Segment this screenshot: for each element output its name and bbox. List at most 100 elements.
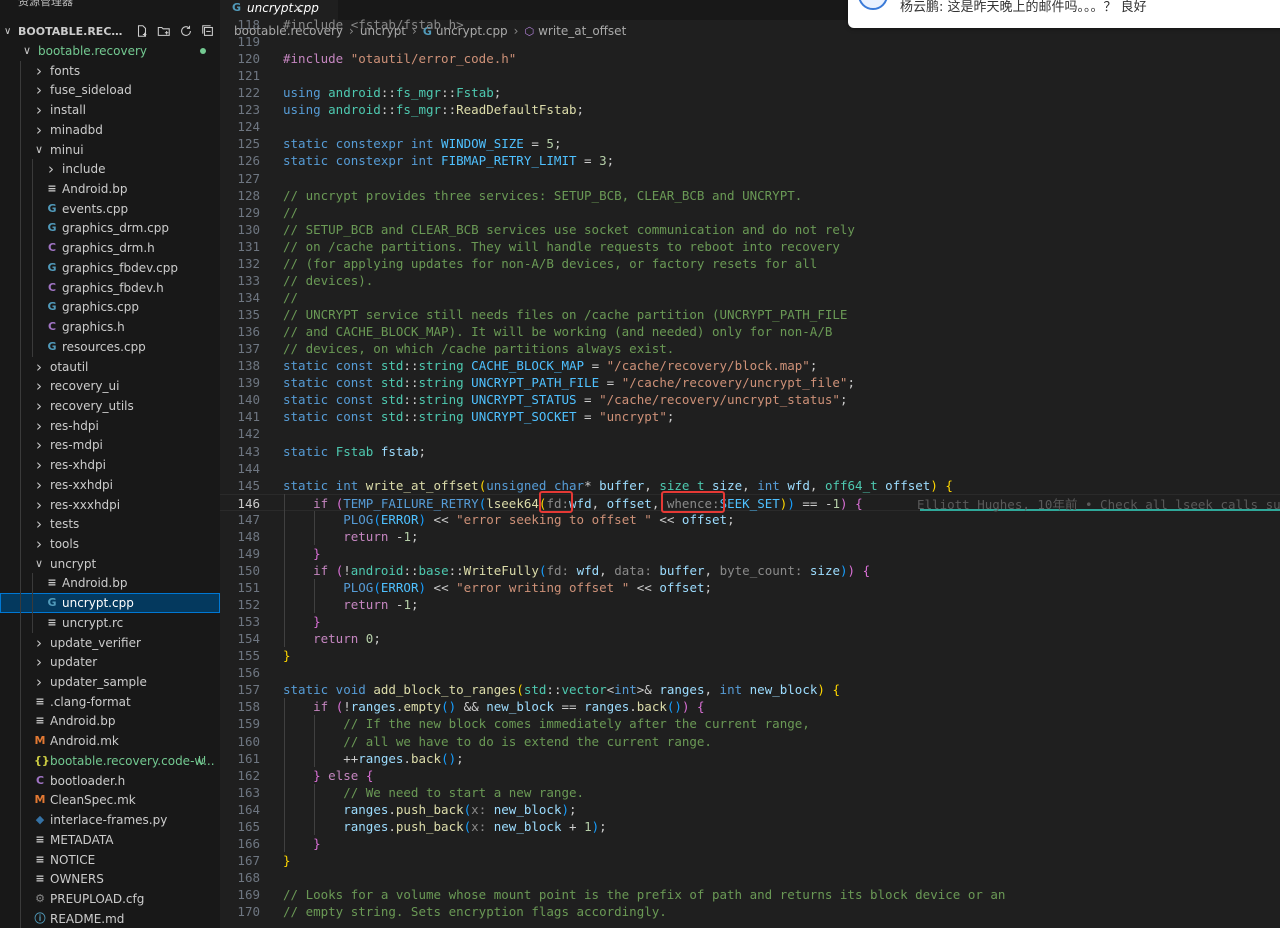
tree-item[interactable]: Cgraphics_fbdev.h: [0, 277, 220, 298]
tree-item[interactable]: › res-xhdpi: [0, 455, 220, 476]
code-line: 169 // Looks for a volume whose mount poi…: [220, 886, 1280, 903]
chevron-right-icon[interactable]: ›: [34, 514, 44, 534]
tree-item[interactable]: › updater_sample: [0, 672, 220, 693]
chevron-right-icon[interactable]: ›: [34, 495, 44, 515]
tree-item[interactable]: ≡ .clang-format: [0, 691, 220, 712]
cpp-file-icon: G: [47, 596, 57, 610]
chevron-right-icon[interactable]: ›: [34, 416, 44, 436]
line-number: 137: [237, 341, 260, 357]
chevron-right-icon[interactable]: ›: [34, 80, 44, 100]
chevron-down-icon[interactable]: ∨: [4, 26, 18, 37]
tree-item[interactable]: › include: [0, 159, 220, 180]
tree-item[interactable]: ≡ OWNERS: [0, 869, 220, 890]
chevron-right-icon[interactable]: ›: [34, 672, 44, 692]
tree-item[interactable]: › res-xxhdpi: [0, 474, 220, 495]
tree-item[interactable]: › fuse_sideload: [0, 80, 220, 101]
line-number: 148: [237, 528, 260, 544]
notification-toast[interactable]: 杨云鹏: 这是昨天晚上的邮件吗。。。？ 良好: [848, 0, 1280, 28]
code-text: static constexpr int WINDOW_SIZE = 5;: [283, 136, 562, 152]
tree-item-label: recovery_utils: [50, 398, 134, 413]
chevron-right-icon[interactable]: ›: [34, 475, 44, 495]
tree-item[interactable]: ⓘ README.md: [0, 908, 220, 928]
chevron-right-icon[interactable]: ›: [34, 61, 44, 81]
collapse-all-icon[interactable]: [200, 24, 215, 39]
tree-item-label: graphics.cpp: [62, 300, 139, 315]
tree-item[interactable]: › res-hdpi: [0, 415, 220, 436]
chevron-right-icon[interactable]: ›: [34, 652, 44, 672]
chevron-right-icon[interactable]: ›: [34, 396, 44, 416]
chevron-right-icon[interactable]: ›: [46, 159, 56, 179]
tree-item[interactable]: ∨ minui: [0, 139, 220, 160]
chevron-right-icon[interactable]: ›: [34, 120, 44, 140]
indent-guide: [20, 829, 21, 850]
tree-item[interactable]: › res-xxxhdpi: [0, 494, 220, 515]
indent-guide: [20, 60, 21, 81]
code-text: static const std::string UNCRYPT_PATH_FI…: [283, 375, 855, 391]
tree-item[interactable]: Gevents.cpp: [0, 198, 220, 219]
indent-guide: [20, 80, 21, 101]
indent-guide: [20, 119, 21, 140]
indent-guide: [20, 652, 21, 673]
tree-item[interactable]: M Android.mk: [0, 731, 220, 752]
tree-item-label: bootable.recovery: [38, 44, 148, 58]
tree-item[interactable]: › res-mdpi: [0, 435, 220, 456]
line-number: 139: [237, 375, 260, 391]
tree-item[interactable]: ≡ NOTICE: [0, 849, 220, 870]
tree-item[interactable]: › tests: [0, 514, 220, 535]
tree-item[interactable]: Gresources.cpp: [0, 336, 220, 357]
tree-item[interactable]: › updater: [0, 652, 220, 673]
chevron-right-icon[interactable]: ›: [34, 376, 44, 396]
tree-item[interactable]: › update_verifier: [0, 632, 220, 653]
code-text: ++ranges.back();: [283, 750, 464, 766]
close-icon[interactable]: ×: [293, 1, 303, 15]
tree-item[interactable]: ⚙ PREUPLOAD.cfg: [0, 888, 220, 909]
tree-item[interactable]: {} bootable.recovery.code-w... U: [0, 750, 220, 771]
chevron-right-icon[interactable]: ›: [34, 633, 44, 653]
code-line: 136 // and CACHE_BLOCK_MAP). It will be w…: [220, 323, 1280, 340]
tree-item[interactable]: Ggraphics_drm.cpp: [0, 218, 220, 239]
chevron-right-icon[interactable]: ›: [34, 534, 44, 554]
tree-item[interactable]: Ggraphics_fbdev.cpp: [0, 257, 220, 278]
tree-item[interactable]: ≡ Android.bp: [0, 179, 220, 200]
tree-item[interactable]: ≡ uncrypt.rc: [0, 612, 220, 633]
chevron-down-icon[interactable]: ∨: [34, 140, 44, 160]
tree-item[interactable]: Cbootloader.h: [0, 770, 220, 791]
tree-item[interactable]: › minadbd: [0, 119, 220, 140]
chevron-down-icon[interactable]: ∨: [22, 41, 32, 61]
chevron-right-icon[interactable]: ›: [34, 455, 44, 475]
tree-item[interactable]: › recovery_utils: [0, 395, 220, 416]
indent-guide: [20, 632, 21, 653]
chevron-right-icon[interactable]: ›: [34, 100, 44, 120]
tree-item[interactable]: Cgraphics.h: [0, 317, 220, 338]
line-number: 162: [237, 767, 260, 783]
new-file-icon[interactable]: [134, 24, 149, 39]
refresh-icon[interactable]: [178, 24, 193, 39]
line-number: 118: [237, 17, 260, 32]
tree-item[interactable]: Ggraphics.cpp: [0, 297, 220, 318]
code-text: // Looks for a volume whose mount point …: [283, 887, 1006, 903]
tree-item[interactable]: Guncrypt.cpp: [0, 593, 220, 614]
new-folder-icon[interactable]: [156, 24, 171, 39]
tree-item[interactable]: ◆ interlace-frames.py: [0, 810, 220, 831]
tree-item[interactable]: › tools: [0, 534, 220, 554]
chevron-right-icon[interactable]: ›: [34, 435, 44, 455]
tree-item[interactable]: › otautil: [0, 356, 220, 377]
tree-item[interactable]: M CleanSpec.mk: [0, 790, 220, 811]
tree-item[interactable]: ∨ bootable.recovery: [0, 41, 220, 61]
indent-guide: [20, 435, 21, 456]
tree-item[interactable]: › recovery_ui: [0, 376, 220, 397]
tree-item[interactable]: ≡ Android.bp: [0, 711, 220, 732]
tree-item-label: README.md: [50, 911, 125, 926]
tree-item[interactable]: ∨ uncrypt: [0, 553, 220, 574]
tree-item[interactable]: › install: [0, 100, 220, 121]
chevron-down-icon[interactable]: ∨: [34, 554, 44, 574]
chevron-right-icon[interactable]: ›: [34, 357, 44, 377]
tree-item[interactable]: ≡ METADATA: [0, 829, 220, 850]
tree-item[interactable]: Cgraphics_drm.h: [0, 238, 220, 259]
tree-item[interactable]: › fonts: [0, 60, 220, 81]
code-line: 122 using android::fs_mgr::Fstab;: [220, 84, 1280, 101]
explorer-section-header[interactable]: ∨ BOOTABLE.RECOVE...: [0, 20, 220, 42]
code-text: return 0;: [313, 631, 381, 647]
tree-item[interactable]: ≡ Android.bp: [0, 573, 220, 594]
more-actions-icon[interactable]: ···: [194, 0, 206, 8]
